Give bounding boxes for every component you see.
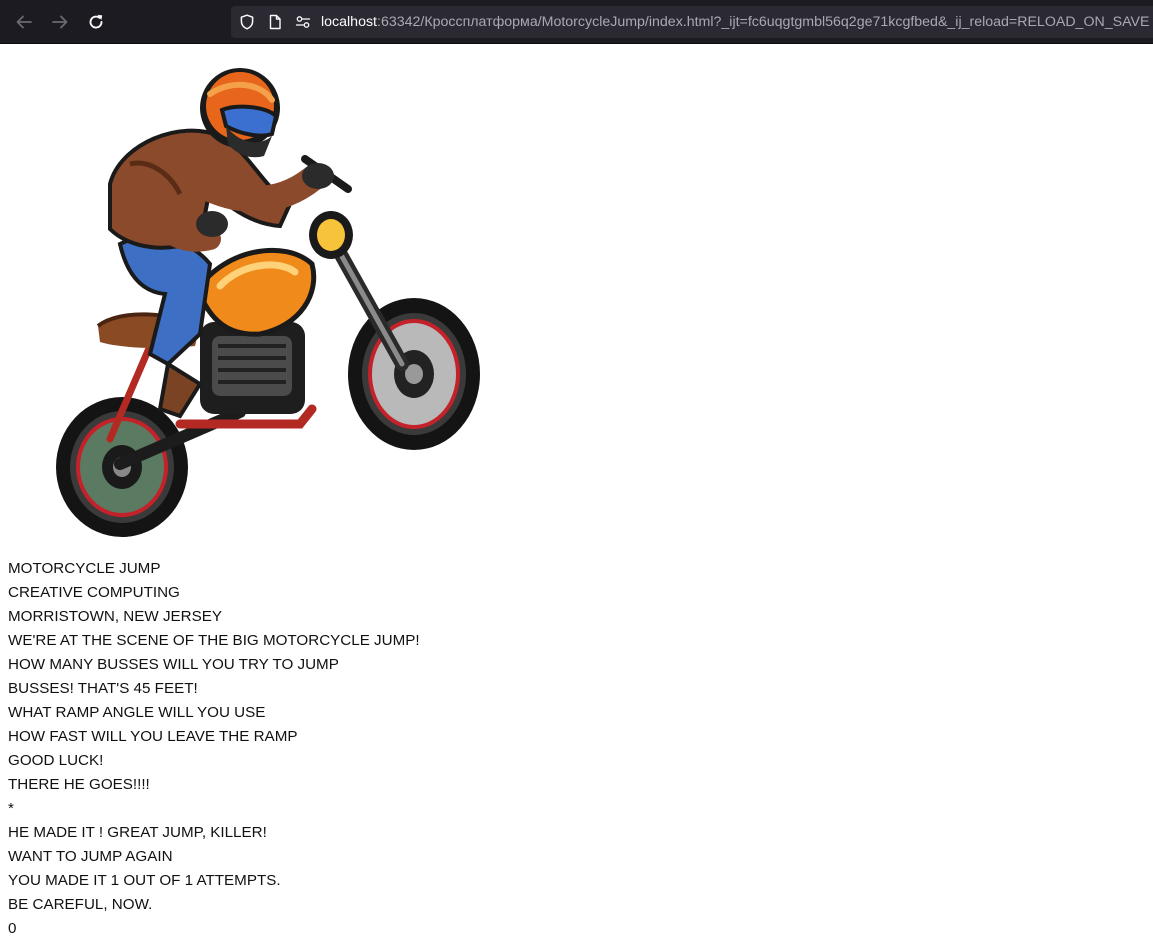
- output-line: BUSSES! THAT'S 45 FEET!: [8, 680, 198, 697]
- output-line: MORRISTOWN, NEW JERSEY: [8, 608, 223, 625]
- output-line: MOTORCYCLE JUMP: [8, 560, 161, 577]
- output-line: CREATIVE COMPUTING: [8, 584, 180, 601]
- back-button[interactable]: [9, 7, 39, 37]
- output-line: THERE HE GOES!!!!: [8, 776, 150, 793]
- output-line: HOW FAST WILL YOU LEAVE THE RAMP: [8, 728, 298, 745]
- output-line: YOU MADE IT 1 OUT OF 1 ATTEMPTS.: [8, 872, 281, 889]
- forward-button[interactable]: [45, 7, 75, 37]
- page-icon[interactable]: [267, 14, 283, 30]
- output-line: *: [8, 800, 14, 817]
- url-path: :63342/Кроссплатформа/MotorcycleJump/ind…: [377, 14, 1150, 30]
- game-output: MOTORCYCLE JUMP CREATIVE COMPUTING MORRI…: [8, 557, 420, 941]
- output-line: WANT TO JUMP AGAIN: [8, 848, 173, 865]
- page-content: MOTORCYCLE JUMP CREATIVE COMPUTING MORRI…: [0, 44, 1153, 948]
- forward-arrow-icon: [52, 15, 68, 29]
- url-bar[interactable]: localhost:63342/Кроссплатформа/Motorcycl…: [231, 6, 1153, 38]
- browser-toolbar: localhost:63342/Кроссплатформа/Motorcycl…: [0, 0, 1153, 44]
- output-line: WE'RE AT THE SCENE OF THE BIG MOTORCYCLE…: [8, 632, 420, 649]
- url-host: localhost: [321, 14, 377, 30]
- permissions-icon[interactable]: [295, 14, 311, 30]
- output-line: GOOD LUCK!: [8, 752, 104, 769]
- url-text[interactable]: localhost:63342/Кроссплатформа/Motorcycl…: [321, 13, 1149, 31]
- back-arrow-icon: [16, 15, 32, 29]
- output-line: HOW MANY BUSSES WILL YOU TRY TO JUMP: [8, 656, 339, 673]
- output-line: WHAT RAMP ANGLE WILL YOU USE: [8, 704, 266, 721]
- motorcycle-rider-illustration: [56, 68, 480, 537]
- reload-button[interactable]: [81, 7, 111, 37]
- output-line: 0: [8, 920, 17, 937]
- output-line: BE CAREFUL, NOW.: [8, 896, 153, 913]
- shield-icon[interactable]: [239, 14, 255, 30]
- output-line: HE MADE IT ! GREAT JUMP, KILLER!: [8, 824, 267, 841]
- reload-icon: [89, 14, 103, 29]
